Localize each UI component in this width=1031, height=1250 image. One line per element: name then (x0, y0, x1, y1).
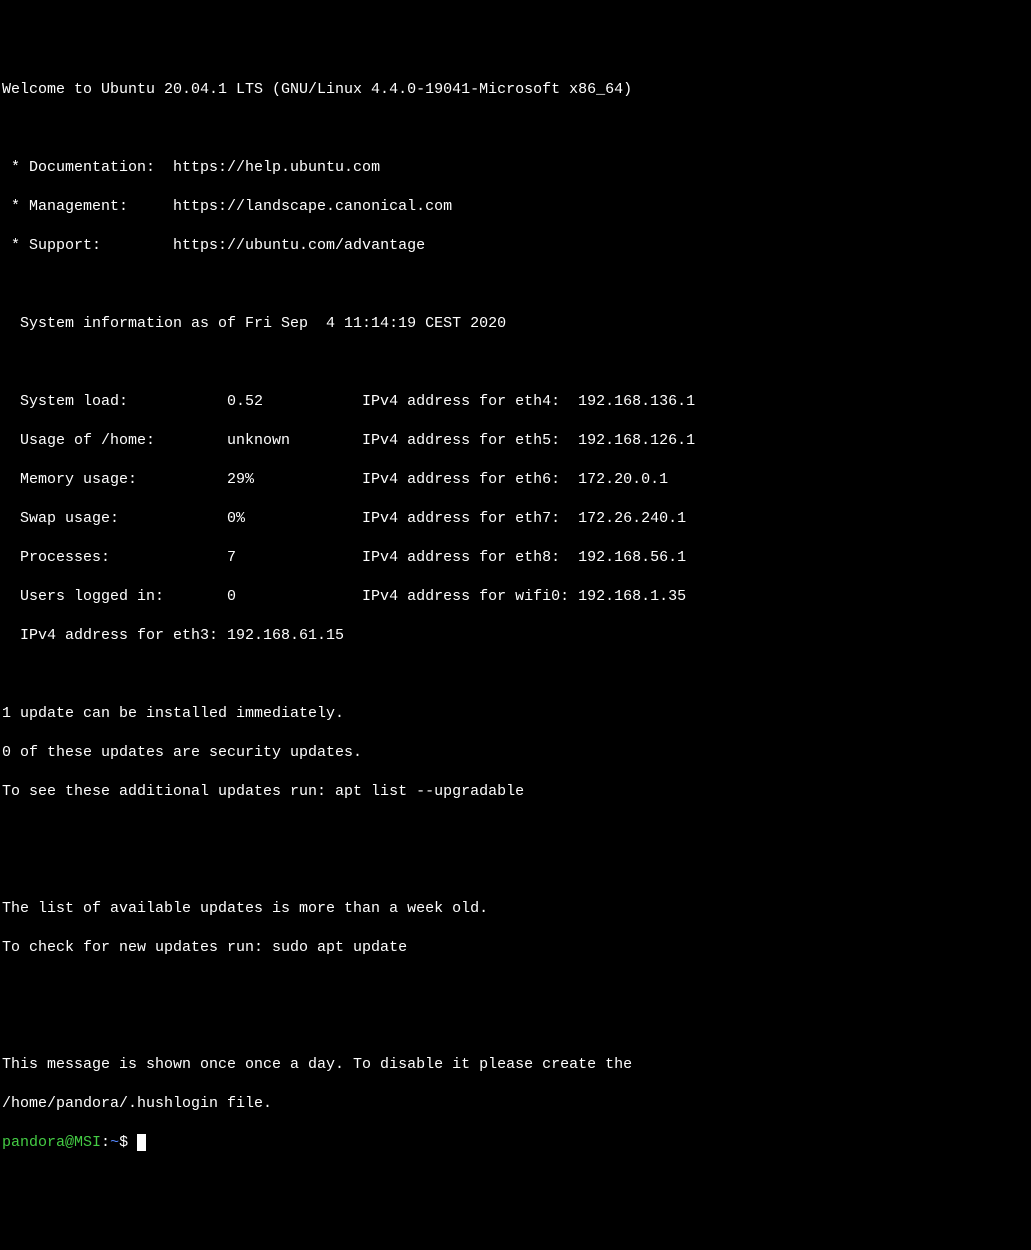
updates-age-line-2: To check for new updates run: sudo apt u… (2, 938, 1029, 958)
sysinfo-row-3: Memory usage: 29% IPv4 address for eth6:… (2, 470, 1029, 490)
welcome-line: Welcome to Ubuntu 20.04.1 LTS (GNU/Linux… (2, 80, 1029, 100)
support-link-line: * Support: https://ubuntu.com/advantage (2, 236, 1029, 256)
updates-line-3: To see these additional updates run: apt… (2, 782, 1029, 802)
updates-line-2: 0 of these updates are security updates. (2, 743, 1029, 763)
blank-line (2, 977, 1029, 997)
doc-label: * Documentation: (2, 159, 173, 176)
blank-line (2, 665, 1029, 685)
management-label: * Management: (2, 198, 173, 215)
hushlogin-line-1: This message is shown once once a day. T… (2, 1055, 1029, 1075)
prompt-at: @ (65, 1134, 74, 1151)
prompt-host: MSI (74, 1134, 101, 1151)
hushlogin-line-2: /home/pandora/.hushlogin file. (2, 1094, 1029, 1114)
sysinfo-row-2: Usage of /home: unknown IPv4 address for… (2, 431, 1029, 451)
prompt-line[interactable]: pandora@MSI:~$ (2, 1133, 1029, 1153)
blank-line (2, 119, 1029, 139)
sysinfo-header: System information as of Fri Sep 4 11:14… (2, 314, 1029, 334)
management-link-line: * Management: https://landscape.canonica… (2, 197, 1029, 217)
cursor (137, 1134, 146, 1151)
prompt-path: ~ (110, 1134, 119, 1151)
blank-line (2, 275, 1029, 295)
sysinfo-row-7: IPv4 address for eth3: 192.168.61.15 (2, 626, 1029, 646)
sysinfo-row-5: Processes: 7 IPv4 address for eth8: 192.… (2, 548, 1029, 568)
sysinfo-row-1: System load: 0.52 IPv4 address for eth4:… (2, 392, 1029, 412)
prompt-user: pandora (2, 1134, 65, 1151)
blank-line (2, 860, 1029, 880)
support-url: https://ubuntu.com/advantage (173, 237, 425, 254)
sysinfo-row-4: Swap usage: 0% IPv4 address for eth7: 17… (2, 509, 1029, 529)
sysinfo-row-6: Users logged in: 0 IPv4 address for wifi… (2, 587, 1029, 607)
updates-line-1: 1 update can be installed immediately. (2, 704, 1029, 724)
updates-age-line-1: The list of available updates is more th… (2, 899, 1029, 919)
blank-line (2, 1016, 1029, 1036)
doc-url: https://help.ubuntu.com (173, 159, 380, 176)
prompt-dollar: $ (119, 1134, 128, 1151)
blank-line (2, 353, 1029, 373)
blank-line (2, 821, 1029, 841)
prompt-colon: : (101, 1134, 110, 1151)
doc-link-line: * Documentation: https://help.ubuntu.com (2, 158, 1029, 178)
management-url: https://landscape.canonical.com (173, 198, 452, 215)
support-label: * Support: (2, 237, 173, 254)
